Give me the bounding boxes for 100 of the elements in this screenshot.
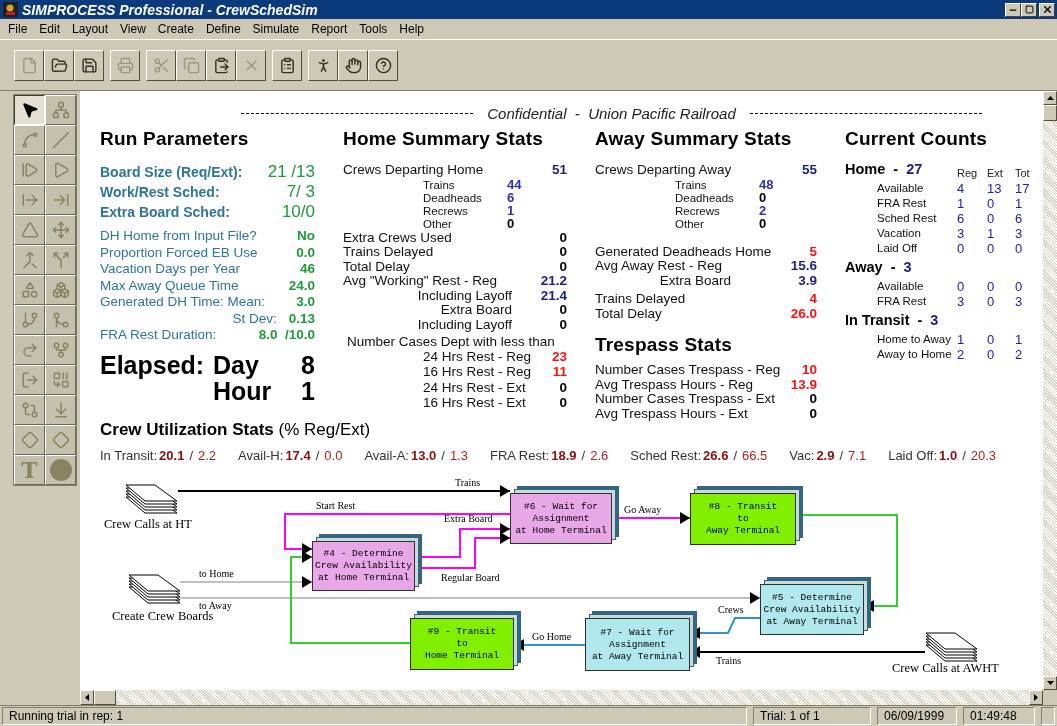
count-value: 4 [957, 181, 966, 196]
utilization-reg-value: 26.6 [703, 448, 729, 464]
menu-item[interactable]: Create [151, 22, 200, 36]
menu-item[interactable]: Edit [33, 22, 67, 36]
toolbar-button[interactable] [74, 49, 104, 81]
parameter-label: DH Home from Input File? [100, 228, 257, 243]
toolbar-button[interactable] [272, 49, 302, 81]
separator: / [962, 448, 966, 464]
stat-value: 0 [759, 189, 767, 205]
connector-label: to Away [199, 600, 232, 612]
stat-value: 2 [759, 203, 767, 219]
toolbar-button[interactable] [206, 49, 236, 81]
horizontal-scrollbar[interactable] [80, 690, 1043, 705]
document-stack-icon [128, 574, 182, 606]
section-heading: Crew Utilization Stats (% Reg/Ext) [100, 420, 372, 441]
menu-item[interactable]: Report [305, 22, 354, 36]
count-value: 1 [957, 196, 966, 211]
connector-label: Extra Board [444, 513, 493, 525]
stat-value: 0 [559, 229, 567, 245]
utilization-label: Avail-A: [364, 448, 409, 464]
stat-value: 0 [559, 244, 567, 260]
status-time: 01:49:48 [963, 707, 1035, 725]
stat-label: Extra Crews Used [343, 229, 452, 245]
stat-label: Total Delay [595, 305, 662, 321]
utilization-ext-value: 7.1 [848, 448, 867, 464]
palette-tool[interactable] [14, 95, 45, 125]
utilization-reg-value: 18.9 [551, 448, 577, 464]
stat-value: 0 [809, 391, 817, 407]
pointer-icon [20, 101, 39, 119]
close-button[interactable] [1039, 2, 1055, 17]
toolbar-button[interactable] [338, 49, 368, 81]
stat-value: 15.6 [790, 258, 817, 274]
count-value: 3 [957, 226, 966, 241]
printer-icon [116, 56, 134, 74]
stat-value: 0 [559, 395, 567, 411]
menu-item[interactable]: Define [199, 22, 247, 36]
stat-label: Recrews [675, 205, 721, 218]
elapsed-value: 1 [301, 377, 315, 404]
compare-icon [20, 401, 39, 419]
diagonal-line-icon [51, 131, 70, 149]
stat-label: Generated Deadheads Home [595, 243, 772, 259]
menu-item[interactable]: Simulate [246, 22, 306, 36]
toolbar-button[interactable] [44, 49, 74, 81]
group-dash: - [917, 313, 923, 328]
menu-item[interactable]: Tools [353, 22, 394, 36]
scrollbar-thumb[interactable] [94, 690, 116, 705]
count-value: 6 [957, 211, 966, 226]
parameter-value: 24.0 [288, 277, 315, 293]
elapsed-label: Elapsed: [100, 351, 206, 378]
count-value: 1 [1015, 196, 1024, 211]
section-heading: Run Parameters [100, 128, 250, 150]
group-count: 3 [903, 260, 912, 275]
group-name: Away [845, 260, 883, 275]
step-forward-icon [20, 161, 39, 179]
parameter-label: Board Size (Req/Ext): [100, 164, 243, 180]
connector-label: Crews [718, 604, 744, 616]
separator: / [315, 448, 320, 464]
group-name: In Transit [845, 313, 910, 328]
merge-icon [20, 251, 39, 269]
scrollbar-thumb[interactable] [1043, 105, 1057, 121]
fork-icon [51, 341, 70, 359]
group-count: 27 [906, 162, 923, 177]
stat-value: 55 [801, 162, 817, 177]
connector-label: to Home [199, 568, 234, 580]
parameter-value: 46 [299, 261, 315, 276]
stat-value: 48 [759, 176, 774, 192]
menu-item[interactable]: View [114, 22, 152, 36]
stat-label: Extra Board [658, 272, 731, 288]
stat-value: 23 [551, 348, 567, 364]
stat-label: Avg "Working" Rest - Reg [343, 273, 497, 289]
connector-label: Go Home [532, 631, 572, 643]
parameter-value: 0.13 [288, 310, 315, 326]
maximize-button[interactable] [1021, 2, 1037, 17]
resize-grip[interactable] [1041, 707, 1055, 725]
vertical-scrollbar[interactable] [1043, 91, 1057, 690]
diamond-icon [20, 431, 39, 449]
separator: / [441, 448, 445, 464]
diamond-icon [51, 431, 70, 449]
stat-label: Crews Departing Home [343, 162, 484, 177]
scissors-icon [152, 56, 170, 74]
banner-text: Confidential - Union Pacific Railroad [487, 105, 736, 122]
elapsed-unit: Day [213, 351, 260, 378]
menu-item[interactable]: File [2, 22, 34, 36]
status-message: Running trial in rep: 1 [2, 707, 747, 725]
count-value: 17 [1015, 181, 1031, 196]
circle-icon [48, 458, 73, 482]
menu-item[interactable]: Help [393, 22, 430, 36]
connector-label: Regular Board [441, 572, 500, 584]
toolbar-button[interactable] [308, 49, 338, 81]
count-value: 0 [987, 279, 996, 294]
utilization-ext-value: 1.3 [449, 448, 468, 464]
utilization-reg-value: 20.1 [159, 448, 185, 464]
shapes-icon [20, 281, 39, 299]
menu-item[interactable]: Layout [66, 22, 115, 36]
toolbar-button[interactable] [368, 49, 398, 81]
down-arrow-icon [1046, 681, 1054, 685]
minimize-button[interactable] [1005, 2, 1021, 17]
stat-label: Including Layoff [417, 287, 512, 303]
document-icon [20, 56, 38, 74]
document-stack-icon [925, 632, 979, 664]
